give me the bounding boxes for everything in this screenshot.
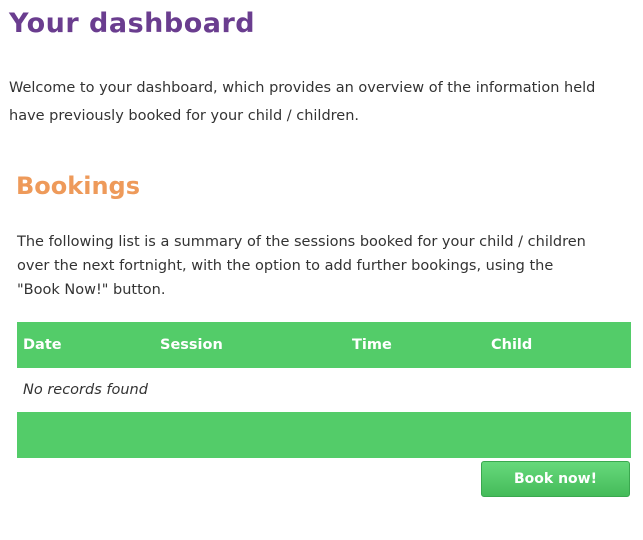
intro-line: have previously booked for your child / … <box>9 108 360 124</box>
table-header-row: Date Session Time Child <box>17 322 631 368</box>
intro-text: Welcome to your dashboard, which provide… <box>9 74 643 130</box>
book-now-button[interactable]: Book now! <box>481 461 630 497</box>
bookings-table: Date Session Time Child No records found <box>17 322 631 458</box>
summary-line: "Book Now!" button. <box>17 282 166 298</box>
bookings-heading: Bookings <box>16 172 141 200</box>
no-records-message: No records found <box>23 382 148 398</box>
column-header-date[interactable]: Date <box>17 322 154 368</box>
column-header-child[interactable]: Child <box>485 322 631 368</box>
table-footer <box>17 412 631 458</box>
table-row: No records found <box>17 368 631 412</box>
column-header-session[interactable]: Session <box>154 322 346 368</box>
intro-line: Welcome to your dashboard, which provide… <box>9 80 596 96</box>
summary-line: The following list is a summary of the s… <box>17 234 586 250</box>
column-header-time[interactable]: Time <box>346 322 485 368</box>
page-title: Your dashboard <box>9 8 256 39</box>
bookings-summary: The following list is a summary of the s… <box>17 230 637 302</box>
summary-line: over the next fortnight, with the option… <box>17 258 554 274</box>
table-footer-row <box>17 412 631 458</box>
